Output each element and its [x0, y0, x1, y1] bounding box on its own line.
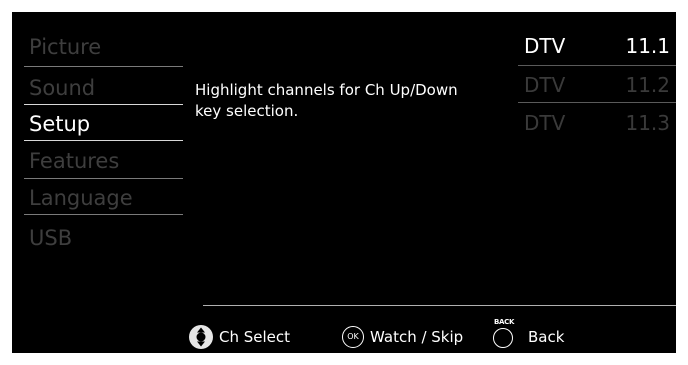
menu-item-features[interactable]: Features: [29, 147, 185, 175]
menu-item-sound[interactable]: Sound: [29, 74, 185, 102]
menu-item-usb[interactable]: USB: [29, 224, 185, 252]
menu-item-language[interactable]: Language: [29, 184, 185, 212]
help-description: Highlight channels for Ch Up/Down key se…: [195, 80, 515, 122]
channel-row-11-1[interactable]: DTV 11.1: [518, 32, 676, 64]
help-description-line-2: key selection.: [195, 102, 299, 120]
hint-watch-skip: OK Watch / Skip: [342, 324, 463, 350]
menu-divider: [24, 214, 183, 215]
back-button-icon: BACK: [492, 318, 516, 350]
bottom-divider: [203, 305, 676, 306]
channel-type: DTV: [524, 111, 566, 135]
hint-watch-skip-label: Watch / Skip: [370, 328, 464, 346]
hint-back-label: Back: [528, 328, 565, 346]
channel-row-11-3[interactable]: DTV 11.3: [518, 109, 676, 141]
ok-button-icon: OK: [342, 326, 364, 348]
channel-number: 11.3: [625, 111, 670, 135]
hint-ch-select-label: Ch Select: [219, 328, 291, 346]
menu-divider: [24, 178, 183, 179]
menu-item-picture[interactable]: Picture: [29, 33, 185, 61]
channel-number: 11.1: [625, 34, 670, 58]
dpad-icon: [189, 325, 213, 349]
channel-type: DTV: [524, 34, 566, 58]
channel-divider: [518, 102, 676, 103]
menu-item-setup[interactable]: Setup: [29, 110, 185, 138]
menu-divider: [24, 66, 183, 67]
tv-menu-screen: Picture Sound Setup Features Language US…: [12, 12, 676, 353]
hint-back: BACK Back: [492, 318, 565, 350]
menu-divider: [24, 140, 183, 141]
back-icon-label: BACK: [494, 318, 515, 326]
back-icon-circle: [493, 328, 513, 348]
channel-row-11-2[interactable]: DTV 11.2: [518, 71, 676, 103]
menu-divider: [24, 104, 183, 105]
channel-number: 11.2: [625, 73, 670, 97]
channel-divider: [518, 65, 676, 66]
hint-ch-select: Ch Select: [189, 324, 290, 350]
help-description-line-1: Highlight channels for Ch Up/Down: [195, 81, 458, 99]
channel-type: DTV: [524, 73, 566, 97]
